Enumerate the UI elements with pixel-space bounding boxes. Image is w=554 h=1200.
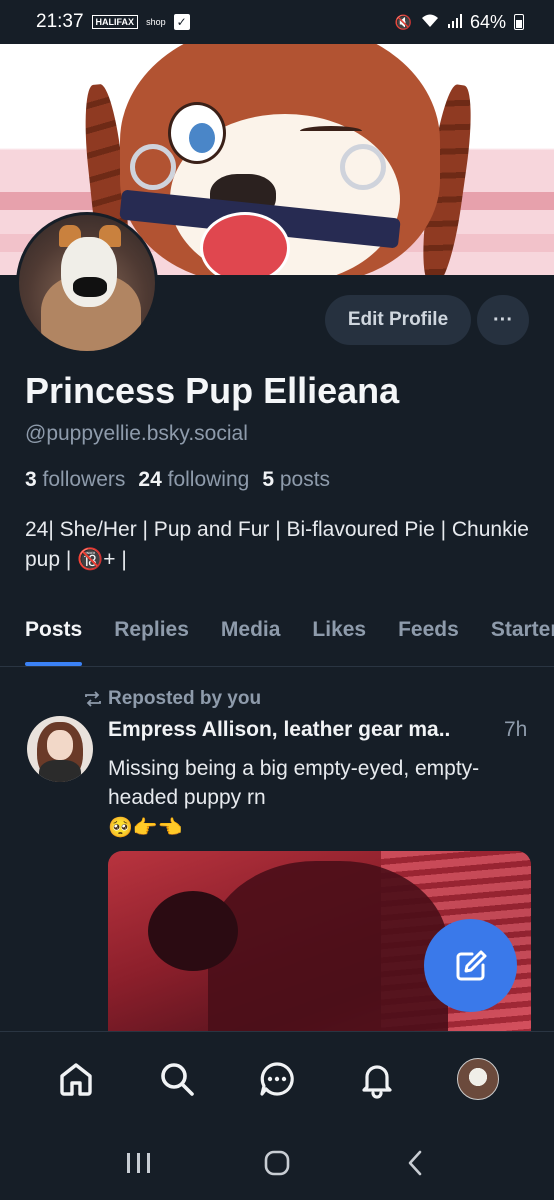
nav-search[interactable]	[145, 1047, 209, 1111]
banner-character-wink	[300, 126, 362, 136]
banner-character-eye	[168, 102, 226, 164]
more-options-button[interactable]: ···	[477, 295, 529, 345]
profile-stats: 3 followers 24 following 5 posts	[25, 468, 330, 492]
banner-ring	[340, 144, 386, 190]
shop-label: shop	[146, 17, 166, 27]
display-name: Princess Pup Ellieana	[25, 370, 400, 411]
post-author-avatar[interactable]	[27, 716, 93, 782]
chat-icon	[260, 1061, 294, 1096]
repost-icon	[85, 691, 101, 707]
edit-profile-button[interactable]: Edit Profile	[325, 295, 471, 345]
signal-icon	[447, 13, 462, 31]
compose-button[interactable]	[424, 919, 517, 1012]
nav-notifications[interactable]	[345, 1047, 409, 1111]
profile-bio: 24| She/Her | Pup and Fur | Bi-flavoured…	[25, 518, 529, 571]
following-link[interactable]: 24 following	[138, 468, 249, 492]
nav-profile[interactable]	[446, 1047, 510, 1111]
checkbox-icon: ✓	[173, 14, 190, 30]
nav-home[interactable]	[44, 1047, 108, 1111]
profile-tabs: Posts Replies Media Likes Feeds Starter …	[0, 610, 554, 667]
avatar	[456, 1057, 499, 1100]
status-bar: 21:37 HALIFAX shop ✓ 🔇 64%	[0, 0, 554, 44]
posts-count: 5 posts	[262, 468, 331, 491]
recent-apps-button[interactable]	[109, 1133, 169, 1193]
system-navigation	[0, 1125, 554, 1200]
post-emoji: 🥺👉👈	[108, 817, 183, 839]
profile-avatar[interactable]	[16, 212, 158, 354]
carrier-logo-icon: HALIFAX	[91, 15, 139, 29]
tab-posts[interactable]: Posts	[0, 610, 98, 666]
tab-media[interactable]: Media	[205, 610, 297, 666]
status-time: 21:37	[36, 11, 84, 32]
search-icon	[160, 1062, 194, 1096]
tab-replies[interactable]: Replies	[98, 610, 205, 666]
battery-percent: 64%	[469, 11, 506, 32]
bell-icon	[362, 1064, 392, 1099]
bottom-navigation	[0, 1031, 554, 1125]
repost-label: Reposted by you	[108, 688, 262, 709]
tab-starter-packs[interactable]: Starter Packs	[475, 610, 554, 666]
back-icon	[408, 1150, 422, 1175]
repost-indicator: Reposted by you	[84, 688, 261, 710]
wifi-icon	[420, 13, 440, 32]
banner-character-ball	[200, 212, 290, 275]
compose-icon	[456, 950, 486, 980]
home-circle-icon	[264, 1150, 290, 1175]
home-button[interactable]	[247, 1133, 307, 1193]
profile-handle: @puppyellie.bsky.social	[25, 422, 248, 445]
followers-link[interactable]: 3 followers	[25, 468, 125, 492]
recent-apps-icon	[127, 1152, 150, 1173]
tab-likes[interactable]: Likes	[296, 610, 382, 666]
back-button[interactable]	[385, 1133, 445, 1193]
post-timestamp: 7h	[504, 718, 528, 741]
mute-icon: 🔇	[394, 13, 412, 30]
tab-feeds[interactable]: Feeds	[382, 610, 475, 666]
nav-chat[interactable]	[245, 1047, 309, 1111]
post-author-name[interactable]: Empress Allison, leather gear ma..	[108, 718, 450, 742]
banner-ring	[130, 144, 176, 190]
home-icon	[60, 1062, 92, 1096]
post-text: Missing being a big empty-eyed, empty-he…	[108, 757, 480, 809]
battery-icon	[514, 14, 524, 30]
